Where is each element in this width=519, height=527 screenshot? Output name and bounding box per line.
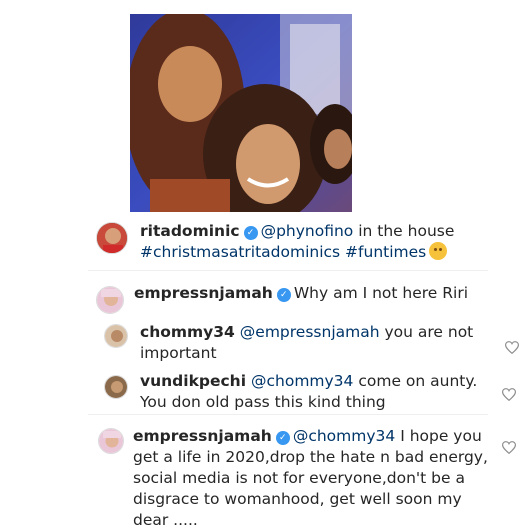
verified-badge-icon: ✓ xyxy=(243,226,258,240)
avatar-image xyxy=(105,376,127,398)
comment-username[interactable]: vundikpechi xyxy=(140,372,246,390)
caption-hashtags[interactable]: #christmasatritadominics #funtimes xyxy=(140,243,426,261)
comment-text: you are not xyxy=(379,323,474,341)
comment-reply: empressnjamah ✓ @chommy34 I hope you get a… xyxy=(133,426,503,527)
verified-badge-icon: ✓ xyxy=(275,431,290,445)
avatar[interactable] xyxy=(96,222,128,254)
avatar[interactable] xyxy=(104,324,128,348)
caption-username[interactable]: ritadominic xyxy=(140,222,240,240)
hugging-face-emoji xyxy=(429,242,448,260)
comment-text: get a life in 2020,drop the hate n bad e… xyxy=(133,448,488,466)
comment-mention[interactable]: @empressnjamah xyxy=(240,323,380,341)
comment: empressnjamah ✓ Why am I not here Riri xyxy=(134,283,494,304)
verified-badge-icon: ✓ xyxy=(276,288,291,302)
avatar-image xyxy=(99,429,123,453)
like-heart-icon[interactable] xyxy=(504,339,519,355)
comment-text: disgrace to womanhood, get well soon my xyxy=(133,490,462,508)
comment-username[interactable]: chommy34 xyxy=(140,323,235,341)
comment-username[interactable]: empressnjamah xyxy=(134,284,273,302)
like-heart-icon[interactable] xyxy=(501,386,517,402)
divider xyxy=(88,270,488,271)
avatar-image xyxy=(105,325,127,347)
comment-mention[interactable]: @chommy34 xyxy=(251,372,353,390)
comment-reply: chommy34 @empressnjamah you are not impo… xyxy=(140,322,480,364)
caption-mention[interactable]: @phynofino xyxy=(261,222,354,240)
comment-text: social media is not for everyone,don't b… xyxy=(133,469,465,487)
comment-text: Why am I not here Riri xyxy=(293,284,469,302)
avatar[interactable] xyxy=(104,375,128,399)
comment-text: I hope you xyxy=(395,427,482,445)
comment-username[interactable]: empressnjamah xyxy=(133,427,272,445)
comment-text: come on aunty. xyxy=(353,372,478,390)
avatar-image xyxy=(97,223,127,253)
caption-text: in the house xyxy=(353,222,455,240)
post-caption: ritadominic ✓ @phynofino in the house #chr… xyxy=(140,221,500,263)
avatar[interactable] xyxy=(98,428,124,454)
avatar-image xyxy=(97,287,123,313)
comment-mention[interactable]: @chommy34 xyxy=(293,427,395,445)
photo-illustration xyxy=(130,14,352,212)
avatar[interactable] xyxy=(96,286,124,314)
divider xyxy=(88,414,488,415)
comment-reply: vundikpechi @chommy34 come on aunty. You… xyxy=(140,371,480,413)
comment-text: important xyxy=(140,344,217,362)
post-photo[interactable] xyxy=(130,14,352,212)
comment-text: dear ..... xyxy=(133,511,198,527)
comment-text: You don old pass this kind thing xyxy=(140,393,386,411)
like-heart-icon[interactable] xyxy=(501,439,517,455)
